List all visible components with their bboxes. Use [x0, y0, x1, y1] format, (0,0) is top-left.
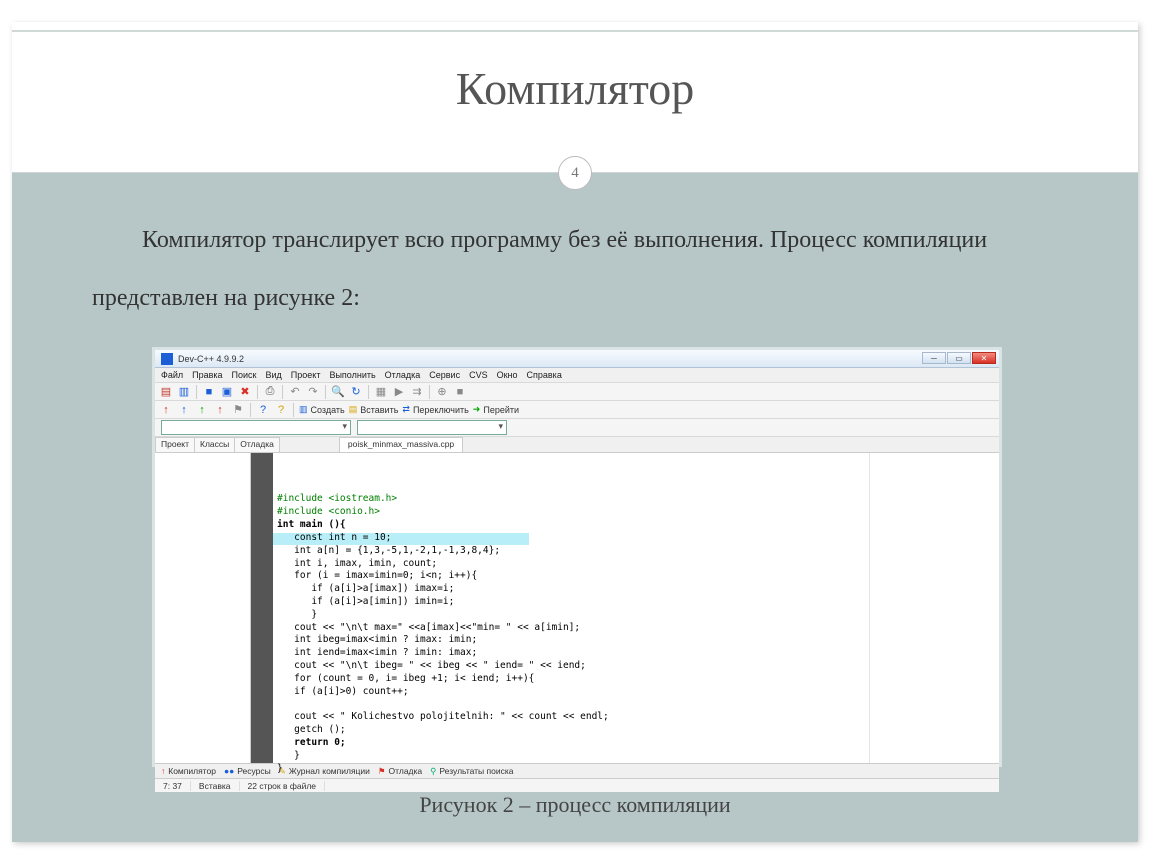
tab-resources[interactable]: ●●Ресурсы: [224, 766, 271, 776]
menu-help[interactable]: Справка: [527, 370, 562, 380]
divider-icon: [257, 385, 258, 399]
menu-cvs[interactable]: CVS: [469, 370, 488, 380]
right-margin: [869, 453, 999, 763]
class-combo[interactable]: [161, 420, 351, 435]
divider-icon: [429, 385, 430, 399]
menu-search[interactable]: Поиск: [232, 370, 257, 380]
maximize-button[interactable]: ▭: [947, 352, 971, 364]
file-tab[interactable]: poisk_minmax_massiva.cpp: [339, 437, 463, 452]
switch-button[interactable]: ⇄Переключить: [402, 404, 468, 415]
divider-icon: [196, 385, 197, 399]
slide-title: Компилятор: [12, 32, 1138, 115]
goto-button[interactable]: ➜Перейти: [473, 404, 519, 415]
divider-icon: [368, 385, 369, 399]
title-area: Компилятор: [12, 32, 1138, 172]
menu-tools[interactable]: Сервис: [429, 370, 460, 380]
side-tab-project[interactable]: Проект: [155, 437, 195, 452]
close-button[interactable]: ✕: [972, 352, 996, 364]
find-icon[interactable]: 🔍: [331, 385, 345, 399]
menu-debug[interactable]: Отладка: [385, 370, 421, 380]
toolbar-nav: ↑ ↑ ↑ ↑ ⚑ ? ? ▥Создать ▤Вставить ⇄Перекл…: [155, 401, 999, 419]
toolbar-main: ▤ ▥ ■ ▣ ✖ ⎙ ↶ ↷ 🔍 ↻ ▦ ▶ ⇉ ⊕ ■: [155, 383, 999, 401]
help-icon[interactable]: ?: [256, 403, 270, 417]
slide-body-text: Компилятор транслирует всю программу без…: [92, 212, 1068, 327]
stop-icon[interactable]: ■: [453, 385, 467, 399]
toolbar-combo: [155, 419, 999, 437]
tab-compiler[interactable]: ↑Компилятор: [161, 766, 216, 776]
member-combo[interactable]: [357, 420, 507, 435]
window-title: Dev-C++ 4.9.9.2: [178, 354, 244, 364]
run-icon[interactable]: ▶: [392, 385, 406, 399]
minimize-button[interactable]: ─: [922, 352, 946, 364]
compile-icon[interactable]: ▦: [374, 385, 388, 399]
divider-icon: [293, 403, 294, 417]
menu-file[interactable]: Файл: [161, 370, 183, 380]
menu-execute[interactable]: Выполнить: [329, 370, 375, 380]
open-icon[interactable]: ▥: [177, 385, 191, 399]
slide: Компилятор 4 Компилятор транслирует всю …: [12, 22, 1138, 842]
divider-icon: [325, 385, 326, 399]
print-icon[interactable]: ⎙: [263, 385, 277, 399]
menu-project[interactable]: Проект: [291, 370, 321, 380]
arrow-down-red-icon[interactable]: ↑: [213, 403, 227, 417]
menu-bar: Файл Правка Поиск Вид Проект Выполнить О…: [155, 368, 999, 383]
arrow-up-green-icon[interactable]: ↑: [195, 403, 209, 417]
gutter: [251, 453, 273, 763]
status-mode: Вставка: [191, 781, 240, 791]
save-icon[interactable]: ■: [202, 385, 216, 399]
side-tab-classes[interactable]: Классы: [194, 437, 235, 452]
about-icon[interactable]: ?: [274, 403, 288, 417]
close-file-icon[interactable]: ✖: [238, 385, 252, 399]
arrow-up-red-icon[interactable]: ↑: [159, 403, 173, 417]
side-tab-debug[interactable]: Отладка: [234, 437, 280, 452]
ide-screenshot: Dev-C++ 4.9.9.2 ─ ▭ ✕ Файл Правка Поиск …: [152, 347, 1002, 767]
menu-edit[interactable]: Правка: [192, 370, 222, 380]
header-rule-top: [12, 22, 1138, 32]
code-editor[interactable]: #include <iostream.h> #include <conio.h>…: [273, 453, 869, 763]
undo-icon[interactable]: ↶: [288, 385, 302, 399]
editor-tabs-row: Проект Классы Отладка poisk_minmax_massi…: [155, 437, 999, 453]
create-button[interactable]: ▥Создать: [299, 404, 345, 415]
divider-icon: [250, 403, 251, 417]
status-position: 7: 37: [155, 781, 191, 791]
insert-button[interactable]: ▤Вставить: [349, 404, 399, 415]
new-file-icon[interactable]: ▤: [159, 385, 173, 399]
figure-caption: Рисунок 2 – процесс компиляции: [12, 792, 1138, 818]
divider-icon: [282, 385, 283, 399]
arrow-up-blue-icon[interactable]: ↑: [177, 403, 191, 417]
app-icon: [161, 353, 173, 365]
replace-icon[interactable]: ↻: [349, 385, 363, 399]
ide-body: #include <iostream.h> #include <conio.h>…: [155, 453, 999, 763]
page-number-badge: 4: [558, 156, 592, 190]
debug-icon[interactable]: ⊕: [435, 385, 449, 399]
window-controls: ─ ▭ ✕: [922, 352, 996, 364]
menu-view[interactable]: Вид: [266, 370, 282, 380]
side-panel: [155, 453, 251, 763]
save-all-icon[interactable]: ▣: [220, 385, 234, 399]
bookmark-icon[interactable]: ⚑: [231, 403, 245, 417]
menu-window[interactable]: Окно: [497, 370, 518, 380]
compile-run-icon[interactable]: ⇉: [410, 385, 424, 399]
redo-icon[interactable]: ↷: [306, 385, 320, 399]
window-titlebar: Dev-C++ 4.9.9.2 ─ ▭ ✕: [155, 350, 999, 368]
